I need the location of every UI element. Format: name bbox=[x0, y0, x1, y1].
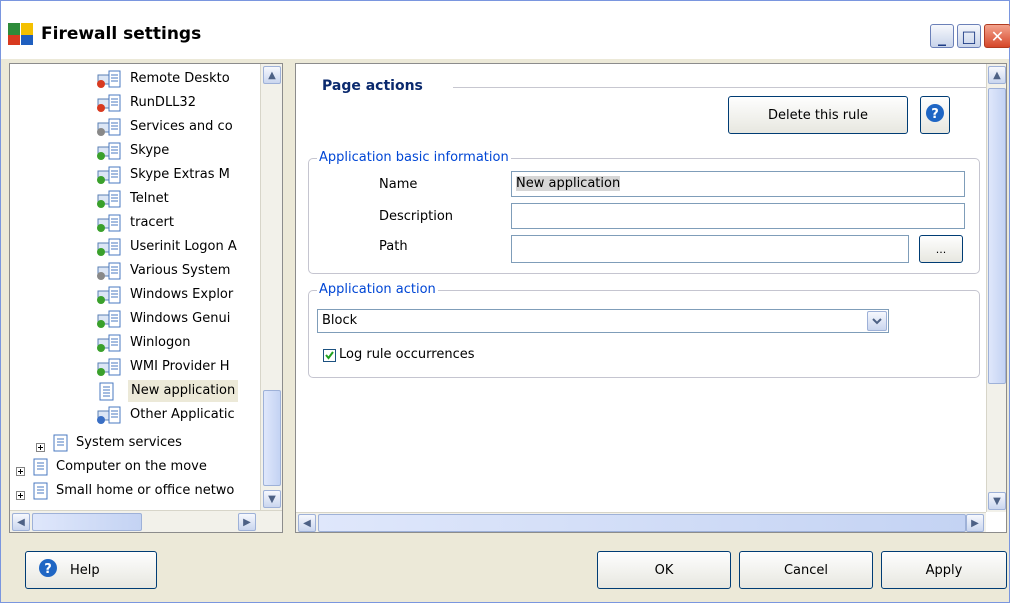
scroll-right-button[interactable]: ▶ bbox=[966, 514, 984, 532]
tree-item-label: Windows Explor bbox=[130, 287, 234, 302]
path-field[interactable] bbox=[511, 235, 909, 263]
tree-item-label: New application bbox=[128, 380, 239, 402]
browse-button[interactable]: ... bbox=[919, 235, 963, 263]
help-label: Help bbox=[70, 562, 100, 578]
minimize-button[interactable]: _ bbox=[930, 24, 954, 48]
ok-button[interactable]: OK bbox=[597, 551, 731, 589]
apply-button[interactable]: Apply bbox=[881, 551, 1007, 589]
close-button[interactable]: ✕ bbox=[984, 24, 1010, 48]
tree-item-label: RunDLL32 bbox=[130, 95, 196, 110]
tree-vertical-scrollbar[interactable]: ▲ ▼ bbox=[260, 64, 282, 510]
scroll-thumb[interactable] bbox=[32, 513, 142, 531]
log-occurrences-label: Log rule occurrences bbox=[339, 347, 475, 362]
tree-item-label: Winlogon bbox=[130, 335, 191, 350]
svg-text:?: ? bbox=[931, 107, 939, 122]
document-icon bbox=[32, 482, 50, 508]
tree-group-label: Computer on the move bbox=[56, 459, 207, 474]
tree-item-label: Remote Deskto bbox=[130, 71, 230, 86]
application-action-legend: Application action bbox=[317, 282, 438, 297]
title-bar: Firewall settings _ □ ✕ bbox=[1, 1, 1010, 59]
help-button[interactable]: ? bbox=[920, 96, 950, 134]
document-icon bbox=[32, 458, 50, 484]
scroll-up-button[interactable]: ▲ bbox=[988, 66, 1006, 84]
section-divider bbox=[453, 87, 987, 88]
tree-item-label: tracert bbox=[130, 215, 174, 230]
page-actions-title: Page actions bbox=[322, 78, 423, 94]
name-field-value: New application bbox=[516, 176, 621, 191]
firewall-settings-window: Firewall settings _ □ ✕ Remote Deskto Run… bbox=[0, 0, 1010, 603]
help-footer-button[interactable]: ? Help bbox=[25, 551, 157, 589]
tree-item-label: Skype bbox=[130, 143, 170, 158]
rules-tree[interactable]: Remote Deskto RunDLL32 Services and co Skyp… bbox=[9, 63, 283, 533]
tree-item-label: Skype Extras M bbox=[130, 167, 230, 182]
scroll-right-button[interactable]: ▶ bbox=[238, 513, 256, 531]
tree-group-label: Small home or office netwo bbox=[56, 483, 235, 498]
tree-item-label: Various System bbox=[130, 263, 231, 278]
unknown-app-icon bbox=[96, 406, 122, 434]
expand-icon[interactable] bbox=[16, 462, 25, 484]
action-select[interactable]: Block bbox=[317, 309, 889, 333]
tree-item-label: Other Applicatic bbox=[130, 407, 235, 422]
maximize-button[interactable]: □ bbox=[957, 24, 981, 48]
rule-details-panel: Page actions Delete this rule ? Applicat… bbox=[295, 63, 1007, 533]
scroll-up-button[interactable]: ▲ bbox=[263, 66, 281, 84]
minimize-icon: _ bbox=[938, 26, 946, 46]
scroll-left-button[interactable]: ◀ bbox=[12, 513, 30, 531]
description-label: Description bbox=[379, 209, 454, 224]
path-label: Path bbox=[379, 239, 408, 254]
scroll-down-button[interactable]: ▼ bbox=[263, 490, 281, 508]
expand-icon[interactable] bbox=[36, 438, 45, 460]
maximize-icon: □ bbox=[961, 26, 977, 46]
tree-item-label: Windows Genui bbox=[130, 311, 231, 326]
log-occurrences-checkbox[interactable] bbox=[323, 349, 336, 362]
scroll-left-button[interactable]: ◀ bbox=[298, 514, 316, 532]
chevron-down-icon[interactable] bbox=[867, 311, 887, 331]
help-icon: ? bbox=[38, 558, 58, 582]
main-vertical-scrollbar[interactable]: ▲ ▼ bbox=[986, 64, 1006, 512]
tree-item-label: Userinit Logon A bbox=[130, 239, 237, 254]
window-title: Firewall settings bbox=[41, 24, 202, 44]
help-icon: ? bbox=[925, 103, 945, 127]
basic-info-group: Application basic information Name New a… bbox=[308, 150, 980, 274]
main-horizontal-scrollbar[interactable]: ◀ ▶ bbox=[296, 512, 986, 532]
description-field[interactable] bbox=[511, 203, 965, 229]
tree-item-label: Telnet bbox=[130, 191, 169, 206]
name-field[interactable]: New application bbox=[511, 171, 965, 197]
tree-item-label: Services and co bbox=[130, 119, 233, 134]
avg-logo-icon bbox=[7, 19, 35, 47]
tree-item-label: WMI Provider H bbox=[130, 359, 230, 374]
close-icon: ✕ bbox=[990, 26, 1005, 46]
name-label: Name bbox=[379, 177, 418, 192]
cancel-button[interactable]: Cancel bbox=[739, 551, 873, 589]
tree-horizontal-scrollbar[interactable]: ◀ ▶ bbox=[10, 510, 282, 532]
application-action-group: Application action Block Log rule occurr… bbox=[308, 282, 980, 378]
scroll-thumb[interactable] bbox=[988, 88, 1006, 384]
scroll-down-button[interactable]: ▼ bbox=[988, 492, 1006, 510]
checkmark-icon bbox=[325, 351, 334, 360]
action-select-value: Block bbox=[322, 313, 358, 328]
tree-group-label: System services bbox=[76, 435, 182, 450]
svg-text:?: ? bbox=[44, 562, 52, 577]
basic-info-legend: Application basic information bbox=[317, 150, 511, 165]
scroll-thumb[interactable] bbox=[318, 514, 966, 532]
scroll-thumb[interactable] bbox=[263, 390, 281, 486]
expand-icon[interactable] bbox=[16, 486, 25, 508]
delete-rule-button[interactable]: Delete this rule bbox=[728, 96, 908, 134]
